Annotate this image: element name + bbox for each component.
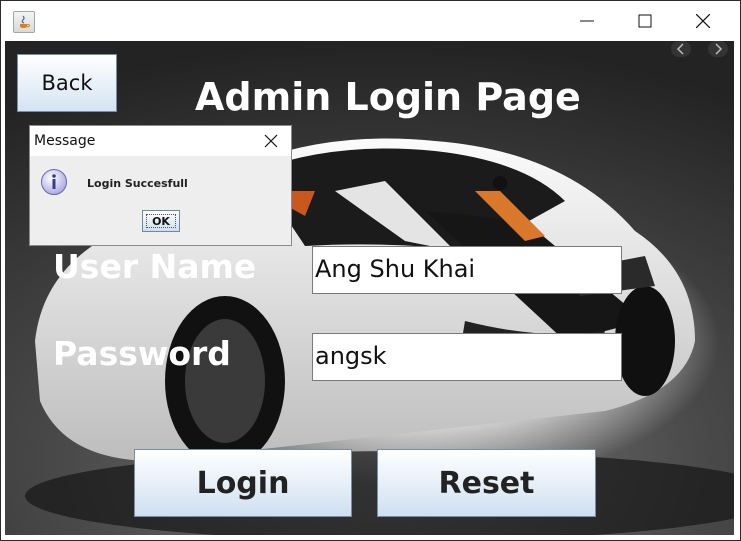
minimize-button[interactable] bbox=[558, 1, 616, 41]
login-panel: Back Admin Login Page User Name Ang Shu … bbox=[5, 41, 734, 535]
maximize-icon bbox=[638, 14, 652, 28]
reset-button[interactable]: Reset bbox=[377, 449, 596, 517]
username-field[interactable]: Ang Shu Khai bbox=[312, 246, 622, 294]
close-button[interactable] bbox=[674, 1, 732, 41]
maximize-button[interactable] bbox=[616, 1, 674, 41]
message-dialog: Message Login Succesfull OK bbox=[29, 125, 292, 246]
page-title: Admin Login Page bbox=[195, 75, 581, 119]
username-label: User Name bbox=[53, 247, 257, 286]
minimize-icon bbox=[580, 20, 594, 22]
info-icon bbox=[41, 169, 67, 195]
nav-next-button[interactable] bbox=[708, 41, 728, 57]
dialog-close-button[interactable] bbox=[258, 130, 284, 152]
password-field[interactable]: angsk bbox=[312, 333, 622, 381]
ok-button[interactable]: OK bbox=[142, 210, 180, 232]
back-button[interactable]: Back bbox=[17, 54, 117, 112]
java-app-icon bbox=[13, 11, 35, 33]
dialog-title-bar[interactable]: Message bbox=[30, 126, 291, 156]
app-window: Back Admin Login Page User Name Ang Shu … bbox=[0, 0, 741, 541]
nav-prev-button[interactable] bbox=[671, 41, 691, 57]
chevron-right-icon bbox=[715, 43, 723, 55]
password-label: Password bbox=[53, 334, 231, 373]
close-icon bbox=[264, 134, 278, 148]
chevron-left-icon bbox=[676, 43, 684, 55]
title-bar[interactable] bbox=[1, 1, 740, 41]
dialog-title: Message bbox=[34, 133, 96, 149]
login-button[interactable]: Login bbox=[134, 449, 352, 517]
dialog-message: Login Succesfull bbox=[87, 177, 188, 190]
close-icon bbox=[696, 14, 710, 28]
